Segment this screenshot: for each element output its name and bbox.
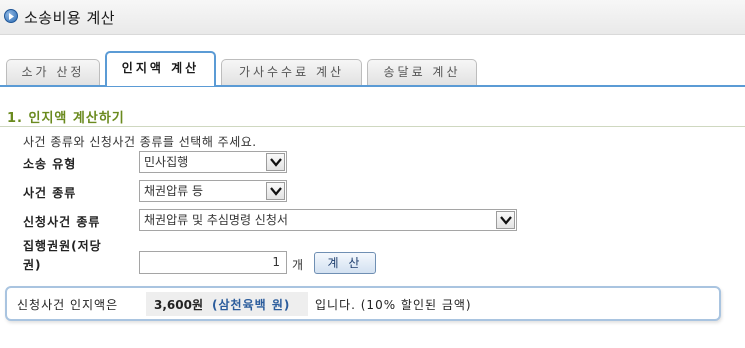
result-prefix: 신청사건 인지액은 — [17, 298, 119, 312]
execution-title-label-line1: 집행권원(저당 — [23, 239, 102, 253]
quantity-unit: 개 — [292, 258, 304, 272]
lawsuit-type-value: 민사집행 — [144, 155, 189, 169]
section-divider — [0, 126, 745, 127]
calculate-button[interactable]: 계 산 — [314, 252, 376, 274]
lawsuit-type-select[interactable]: 민사집행 — [139, 151, 287, 173]
page-title: 소송비용 계산 — [24, 9, 116, 27]
result-amount-hangul: (삼천육백 원) — [212, 298, 291, 312]
chevron-down-icon — [266, 153, 285, 171]
case-type-select[interactable]: 채권압류 등 — [139, 180, 287, 202]
lawsuit-type-label: 소송 유형 — [23, 157, 77, 171]
result-panel: 신청사건 인지액은 3,600원 (삼천육백 원) 입니다. (10% 할인된 … — [5, 286, 721, 321]
tab-bar: 소가 산정 인지액 계산 가사수수료 계산 송달료 계산 — [6, 51, 745, 86]
tab-service-fee[interactable]: 송달료 계산 — [367, 59, 477, 85]
application-type-label: 신청사건 종류 — [23, 215, 101, 229]
result-suffix: 입니다. (10% 할인된 금액) — [315, 298, 472, 312]
application-type-select[interactable]: 채권압류 및 추심명령 신청서 — [139, 209, 517, 231]
tab-stamp-fee[interactable]: 인지액 계산 — [105, 51, 216, 86]
instruction-text: 사건 종류와 신청사건 종류를 선택해 주세요. — [23, 135, 257, 149]
section-heading: 1. 인지액 계산하기 — [7, 111, 125, 126]
arrow-bullet-icon — [4, 9, 18, 23]
tab-litigation-value[interactable]: 소가 산정 — [6, 59, 100, 85]
application-type-value: 채권압류 및 추심명령 신청서 — [144, 213, 288, 227]
result-amount: 3,600원 — [154, 298, 203, 312]
result-amount-box: 3,600원 (삼천육백 원) — [146, 292, 308, 316]
chevron-down-icon — [496, 211, 515, 229]
tab-family-fee[interactable]: 가사수수료 계산 — [221, 59, 362, 85]
execution-title-label-line2: 권) — [23, 258, 42, 272]
execution-title-quantity-input[interactable]: 1 — [139, 251, 287, 274]
case-type-value: 채권압류 등 — [144, 184, 204, 198]
chevron-down-icon — [266, 182, 285, 200]
title-bar: 소송비용 계산 — [0, 0, 745, 35]
case-type-label: 사건 종류 — [23, 186, 77, 200]
